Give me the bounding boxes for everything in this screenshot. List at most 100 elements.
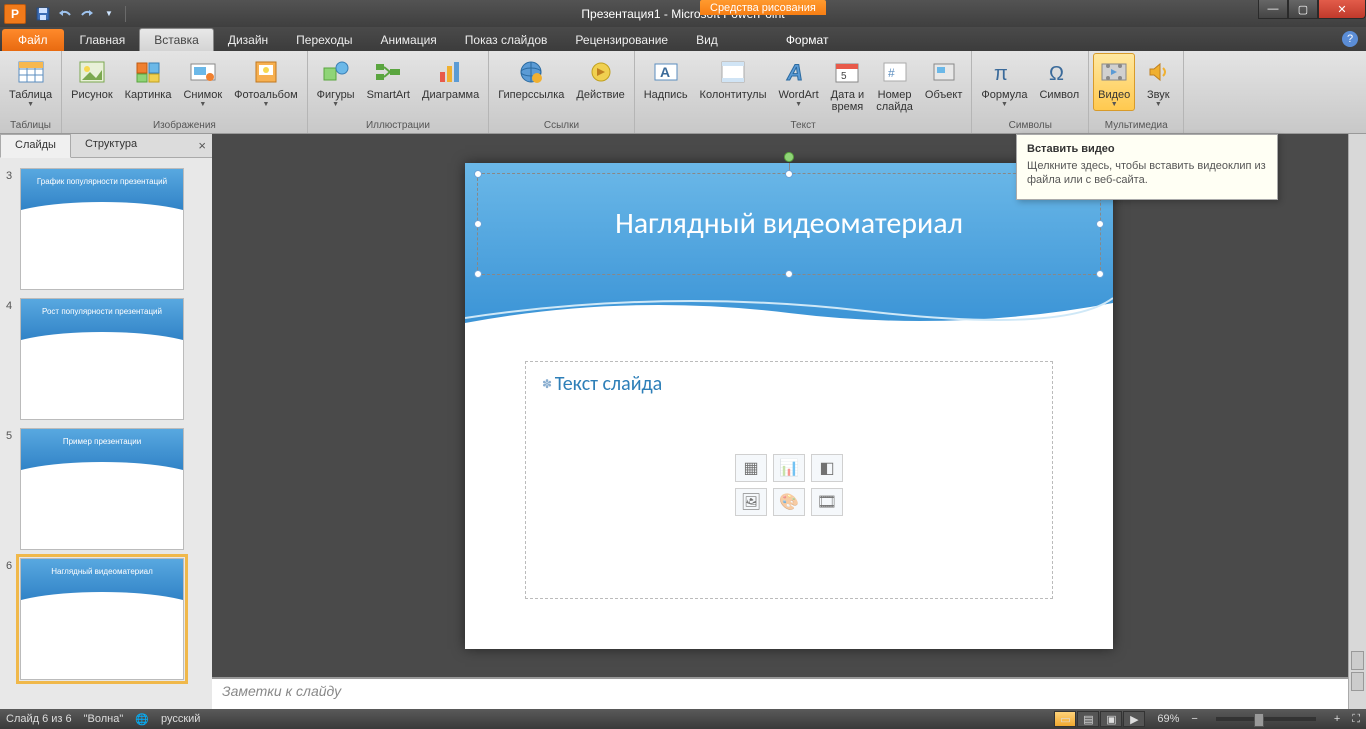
tab-insert[interactable]: Вставка <box>139 28 214 51</box>
zoom-in-button[interactable]: + <box>1334 713 1340 725</box>
placeholder-icons: ▦ 📊 ◧ 🖼 🎨 🎞 <box>735 454 843 516</box>
content-placeholder[interactable]: Текст слайда ▦ 📊 ◧ 🖼 🎨 🎞 <box>525 361 1053 599</box>
tab-slideshow[interactable]: Показ слайдов <box>451 29 562 51</box>
sorter-view-button[interactable]: ▤ <box>1077 711 1099 727</box>
object-button[interactable]: Объект <box>920 53 967 104</box>
status-language[interactable]: русский <box>161 713 200 725</box>
table-icon <box>15 56 47 88</box>
language-icon: 🌐 <box>135 713 149 726</box>
smartart-button[interactable]: SmartArt <box>362 53 415 104</box>
reading-view-button[interactable]: ▣ <box>1100 711 1122 727</box>
slide-canvas[interactable]: Наглядный видеоматериал Текст слайда ▦ <box>465 163 1113 649</box>
close-button[interactable]: ✕ <box>1318 0 1366 19</box>
tab-animation[interactable]: Анимация <box>366 29 450 51</box>
button-label: Фотоальбом <box>234 89 298 101</box>
button-label: Дата и время <box>831 89 865 113</box>
dropdown-arrow-icon: ▼ <box>1111 101 1118 108</box>
slide-thumbnail[interactable]: График популярности презентаций <box>20 168 184 290</box>
photoalbum-button[interactable]: Фотоальбом▼ <box>229 53 303 111</box>
chart-button[interactable]: Диаграмма <box>417 53 484 104</box>
fit-to-window-button[interactable]: ⛶ <box>1352 713 1360 726</box>
symbol-icon: Ω <box>1043 56 1075 88</box>
clipart-button[interactable]: Картинка <box>120 53 177 104</box>
insert-chart-icon[interactable]: 📊 <box>773 454 805 482</box>
insert-media-icon[interactable]: 🎞 <box>811 488 843 516</box>
tab-design[interactable]: Дизайн <box>214 29 282 51</box>
panel-close-icon[interactable]: × <box>198 138 206 153</box>
group-label: Таблицы <box>4 119 57 132</box>
tab-transitions[interactable]: Переходы <box>282 29 366 51</box>
resize-handle-se[interactable] <box>1096 270 1104 278</box>
file-tab[interactable]: Файл <box>2 29 64 51</box>
slide-thumbnail[interactable]: Рост популярности презентаций <box>20 298 184 420</box>
thumbnails-list: 3График популярности презентаций4Рост по… <box>0 158 212 709</box>
zoom-slider[interactable] <box>1216 717 1316 721</box>
resize-handle-w[interactable] <box>474 220 482 228</box>
picture-button[interactable]: Рисунок <box>66 53 118 104</box>
tab-outline[interactable]: Структура <box>71 134 151 157</box>
insert-table-icon[interactable]: ▦ <box>735 454 767 482</box>
canvas-area[interactable]: Наглядный видеоматериал Текст слайда ▦ <box>212 134 1366 677</box>
hyperlink-button[interactable]: Гиперссылка <box>493 53 569 104</box>
zoom-level[interactable]: 69% <box>1157 713 1179 725</box>
shapes-button[interactable]: Фигуры▼ <box>312 53 360 111</box>
redo-button[interactable] <box>78 5 96 23</box>
headerfooter-button[interactable]: Колонтитулы <box>695 53 772 104</box>
tab-home[interactable]: Главная <box>66 29 140 51</box>
slide-thumbnail[interactable]: Пример презентации <box>20 428 184 550</box>
audio-button[interactable]: Звук▼ <box>1137 53 1179 111</box>
button-label: Надпись <box>644 89 688 101</box>
dropdown-arrow-icon: ▼ <box>199 101 206 108</box>
tooltip: Вставить видео Щелкните здесь, чтобы вст… <box>1016 134 1278 200</box>
vertical-scrollbar[interactable] <box>1348 134 1366 709</box>
ribbon-tabs: Файл Главная Вставка Дизайн Переходы Ани… <box>0 27 1366 51</box>
statusbar: Слайд 6 из 6 "Волна" 🌐 русский ▭ ▤ ▣ ▶ 6… <box>0 709 1366 729</box>
object-icon <box>928 56 960 88</box>
textbox-button[interactable]: AНадпись <box>639 53 693 104</box>
equation-button[interactable]: πФормула▼ <box>976 53 1032 111</box>
help-button[interactable]: ? <box>1342 31 1358 47</box>
slidenumber-button[interactable]: #Номер слайда <box>871 53 918 116</box>
maximize-button[interactable]: ▢ <box>1288 0 1318 19</box>
svg-text:5: 5 <box>841 71 847 82</box>
button-label: Фигуры <box>317 89 355 101</box>
qat-customize[interactable]: ▼ <box>100 5 118 23</box>
rotation-handle[interactable] <box>784 152 794 162</box>
tab-review[interactable]: Рецензирование <box>561 29 682 51</box>
resize-handle-s[interactable] <box>785 270 793 278</box>
resize-handle-e[interactable] <box>1096 220 1104 228</box>
wordart-button[interactable]: AWordArt▼ <box>774 53 824 111</box>
title-placeholder[interactable]: Наглядный видеоматериал <box>477 173 1101 275</box>
svg-text:A: A <box>786 60 803 84</box>
svg-text:Ω: Ω <box>1049 63 1064 84</box>
insert-smartart-icon[interactable]: ◧ <box>811 454 843 482</box>
action-button[interactable]: Действие <box>571 53 629 104</box>
content-placeholder-text: Текст слайда <box>542 372 1036 396</box>
slideshow-view-button[interactable]: ▶ <box>1123 711 1145 727</box>
dropdown-arrow-icon: ▼ <box>332 101 339 108</box>
insert-picture-icon[interactable]: 🖼 <box>735 488 767 516</box>
tab-format[interactable]: Формат <box>772 29 843 51</box>
clipart-icon <box>132 56 164 88</box>
tab-view[interactable]: Вид <box>682 29 732 51</box>
video-button[interactable]: Видео▼ <box>1093 53 1135 111</box>
screenshot-button[interactable]: Снимок▼ <box>178 53 227 111</box>
slide-thumbnail[interactable]: Наглядный видеоматериал <box>20 558 184 680</box>
group-label: Мультимедиа <box>1093 119 1179 132</box>
table-button[interactable]: Таблица▼ <box>4 53 57 111</box>
insert-clipart-icon[interactable]: 🎨 <box>773 488 805 516</box>
symbol-button[interactable]: ΩСимвол <box>1034 53 1084 104</box>
datetime-button[interactable]: 5 Дата и время <box>826 53 870 116</box>
group-label: Символы <box>976 119 1084 132</box>
normal-view-button[interactable]: ▭ <box>1054 711 1076 727</box>
resize-handle-sw[interactable] <box>474 270 482 278</box>
resize-handle-n[interactable] <box>785 170 793 178</box>
notes-pane[interactable]: Заметки к слайду <box>212 677 1366 709</box>
dropdown-arrow-icon: ▼ <box>262 101 269 108</box>
tab-slides[interactable]: Слайды <box>0 134 71 158</box>
save-button[interactable] <box>34 5 52 23</box>
zoom-out-button[interactable]: − <box>1191 713 1197 725</box>
resize-handle-nw[interactable] <box>474 170 482 178</box>
minimize-button[interactable]: — <box>1258 0 1288 19</box>
undo-button[interactable] <box>56 5 74 23</box>
